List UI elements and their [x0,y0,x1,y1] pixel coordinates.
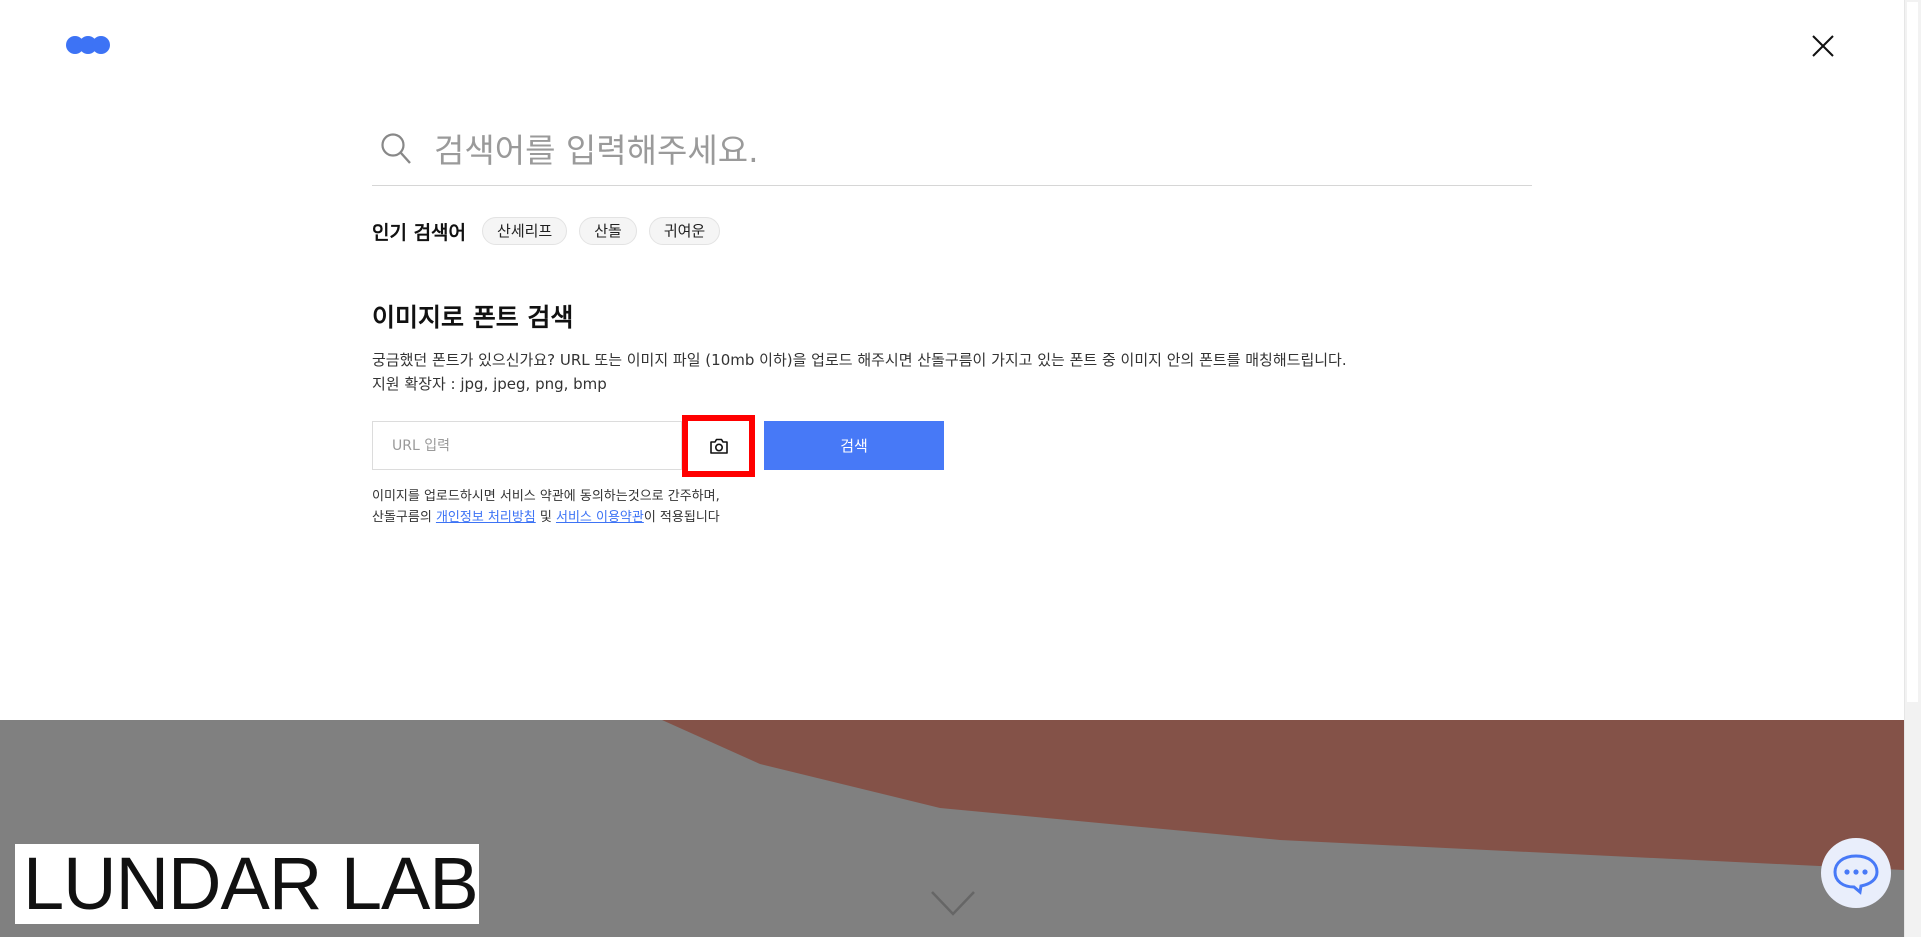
search-input[interactable] [434,126,1514,174]
search-icon [381,133,411,164]
upload-agreement: 이미지를 업로드하시면 서비스 약관에 동의하는것으로 간주하며, 산돌구름의 … [372,486,720,528]
close-button[interactable] [1810,33,1836,59]
agreement-prefix: 산돌구름의 [372,510,436,525]
sandoll-logo[interactable] [66,36,110,54]
image-search-description: 궁금했던 폰트가 있으신가요? URL 또는 이미지 파일 (10mb 이하)을… [372,348,1347,396]
scrollbar[interactable] [1904,0,1921,937]
supported-extensions: 지원 확장자 : jpg, jpeg, png, bmp [372,375,607,393]
privacy-policy-link[interactable]: 개인정보 처리방침 [436,510,536,525]
image-search-button[interactable]: 검색 [764,421,944,470]
keyword-chip[interactable]: 산돌 [579,217,637,245]
agreement-line: 이미지를 업로드하시면 서비스 약관에 동의하는것으로 간주하며, [372,489,720,504]
camera-upload-button[interactable] [682,415,755,477]
keyword-chip[interactable]: 귀여운 [648,217,721,245]
watermark-text: LUNDAR LAB [15,844,479,924]
chat-button[interactable] [1821,838,1891,908]
image-search-title: 이미지로 폰트 검색 [372,303,574,332]
camera-icon [709,438,728,454]
agreement-suffix: 이 적용됩니다 [643,510,720,525]
chevron-down-icon[interactable] [930,890,976,916]
keyword-chip[interactable]: 산세리프 [482,217,568,245]
url-input[interactable] [373,422,681,469]
agreement-line: 산돌구름의 개인정보 처리방침 및 서비스 이용약관이 적용됩니다 [372,507,720,528]
search-bar [372,118,1532,186]
popular-keywords: 인기 검색어 산세리프 산돌 귀여운 [372,216,732,246]
description-line: 궁금했던 폰트가 있으신가요? URL 또는 이미지 파일 (10mb 이하)을… [372,351,1347,369]
close-icon [1812,35,1834,57]
agreement-and: 및 [535,510,556,525]
search-overlay: 인기 검색어 산세리프 산돌 귀여운 이미지로 폰트 검색 궁금했던 폰트가 있… [0,0,1904,720]
url-field [372,421,682,470]
terms-of-service-link[interactable]: 서비스 이용약관 [556,510,644,525]
popular-title: 인기 검색어 [372,221,467,244]
scrollbar-thumb[interactable] [1907,2,1918,702]
chat-icon [1833,854,1879,895]
